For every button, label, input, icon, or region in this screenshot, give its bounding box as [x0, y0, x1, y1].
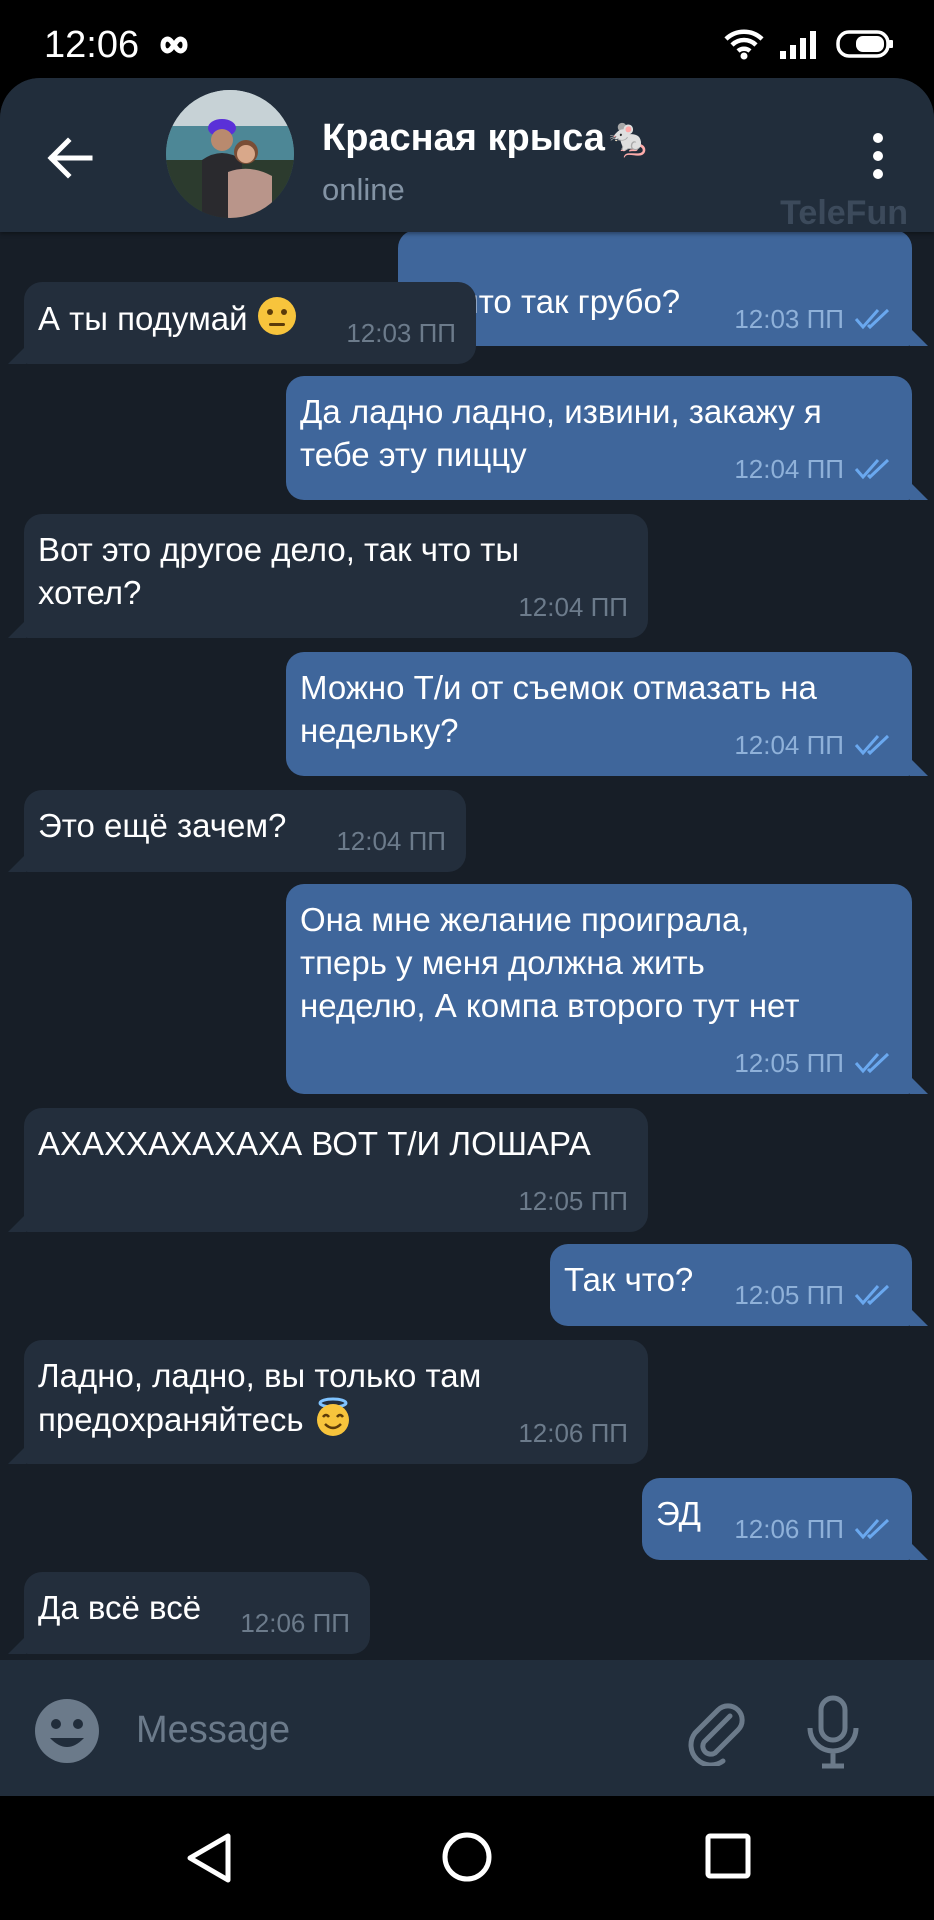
message-input[interactable] [134, 1694, 658, 1766]
message-time: 12:04 ПП [734, 730, 844, 760]
message-incoming[interactable]: Ладно, ладно, вы только там предохраняйт… [8, 1340, 648, 1464]
nav-back-button[interactable] [184, 1832, 234, 1889]
message-text: А ты подумай [38, 300, 248, 337]
message-incoming[interactable]: Да всё всё 12:06 ПП [8, 1572, 370, 1654]
message-outgoing[interactable]: Так что? 12:05 ПП [550, 1244, 928, 1326]
message-time: 12:04 ПП [336, 826, 446, 856]
message-incoming[interactable]: Вот это другое дело, так что ты хотел? 1… [8, 514, 648, 638]
message-text: Это ещё зачем? [38, 807, 287, 844]
message-text-line: Можно Т/и от съемок отмазать на [300, 669, 817, 706]
square-recents-icon [705, 1833, 751, 1879]
wifi-icon [724, 29, 764, 60]
read-check-icon [854, 1518, 890, 1540]
message-time: 12:06 ПП [240, 1608, 350, 1638]
emoji-button[interactable] [32, 1696, 102, 1771]
message-text-line: Да ладно ладно, извини, закажу я [300, 393, 822, 430]
avatar[interactable] [166, 90, 294, 218]
nav-recents-button[interactable] [704, 1832, 752, 1885]
message-text-line: Ладно, ладно, вы только там [38, 1357, 482, 1394]
read-check-icon [854, 1284, 890, 1306]
paperclip-icon [688, 1703, 745, 1768]
message-time: 12:05 ПП [734, 1048, 844, 1078]
status-icons [724, 28, 894, 60]
message-text: АХАХХАХАХАХА ВОТ Т/И ЛОШАРА [38, 1125, 591, 1162]
microphone-icon [807, 1695, 859, 1769]
watermark: TeleFun [780, 194, 908, 232]
message-text-line: Вот это другое дело, так что ты [38, 531, 520, 568]
message-incoming[interactable]: АХАХХАХАХАХА ВОТ Т/И ЛОШАРА 12:05 ПП [8, 1108, 648, 1232]
more-vertical-icon [873, 133, 883, 179]
rat-emoji-icon: 🐁 [604, 117, 653, 159]
phone-screen: 12:06 Ну что так грубо? 12:03 ПП А ты по… [0, 0, 934, 1920]
message-time: 12:03 ПП [346, 318, 456, 348]
voice-record-button[interactable] [804, 1694, 862, 1775]
more-options-button[interactable] [866, 132, 890, 180]
message-list[interactable]: Ну что так грубо? 12:03 ПП А ты подумай … [0, 78, 934, 1660]
back-button[interactable] [40, 128, 100, 188]
triangle-back-icon [187, 1833, 231, 1883]
message-text-line: хотел? [38, 574, 142, 611]
message-time: 12:05 ПП [734, 1280, 844, 1310]
message-outgoing[interactable]: Можно Т/и от съемок отмазать на недельку… [286, 652, 928, 776]
message-text: ЭД [656, 1495, 701, 1532]
message-time: 12:04 ПП [518, 592, 628, 622]
read-check-icon [854, 458, 890, 480]
arrow-left-icon [47, 137, 93, 179]
smiling-face-with-halo-emoji-icon [316, 1397, 349, 1436]
message-text-line: тебе эту пиццу [300, 436, 527, 473]
message-text-line: Она мне желание проиграла, [300, 901, 750, 938]
infinity-icon [152, 22, 196, 70]
chat-status: online [322, 172, 405, 207]
message-time: 12:06 ПП [734, 1514, 844, 1544]
circle-home-icon [442, 1832, 492, 1882]
message-time: 12:05 ПП [518, 1186, 628, 1216]
message-text-line: неделю, А компа второго тут нет [300, 987, 800, 1024]
status-time: 12:06 [44, 24, 140, 66]
chat-title[interactable]: Красная крыса🐁 [322, 116, 652, 160]
message-time: 12:03 ПП [734, 304, 844, 334]
message-text-line: тперь у меня должна жить [300, 944, 705, 981]
nav-home-button[interactable] [440, 1830, 494, 1889]
message-text: Так что? [564, 1261, 694, 1298]
signal-icon [780, 31, 816, 59]
message-text-line: предохраняйтесь [38, 1401, 304, 1438]
message-time: 12:04 ПП [734, 454, 844, 484]
message-time: 12:06 ПП [518, 1418, 628, 1448]
system-navigation-bar [0, 1796, 934, 1920]
read-check-icon [854, 308, 890, 330]
message-outgoing[interactable]: Она мне желание проиграла, тперь у меня … [286, 884, 928, 1094]
chat-app: Ну что так грубо? 12:03 ПП А ты подумай … [0, 78, 934, 1796]
smile-icon [35, 1699, 99, 1763]
message-text-line: недельку? [300, 712, 459, 749]
chat-name-text: Красная крыса [322, 117, 605, 159]
attach-button[interactable] [684, 1696, 748, 1771]
neutral-face-emoji-icon [257, 297, 296, 335]
message-text: Да всё всё [38, 1589, 202, 1626]
message-incoming[interactable]: А ты подумай 12:03 ПП [8, 282, 476, 364]
read-check-icon [854, 1052, 890, 1074]
read-check-icon [854, 734, 890, 756]
message-outgoing[interactable]: Да ладно ладно, извини, закажу я тебе эт… [286, 376, 928, 500]
battery-icon [836, 30, 893, 58]
status-bar: 12:06 [0, 0, 934, 80]
avatar-photo [166, 90, 294, 218]
message-composer [0, 1660, 934, 1796]
message-incoming[interactable]: Это ещё зачем? 12:04 ПП [8, 790, 466, 872]
message-outgoing[interactable]: ЭД 12:06 ПП [642, 1478, 928, 1560]
